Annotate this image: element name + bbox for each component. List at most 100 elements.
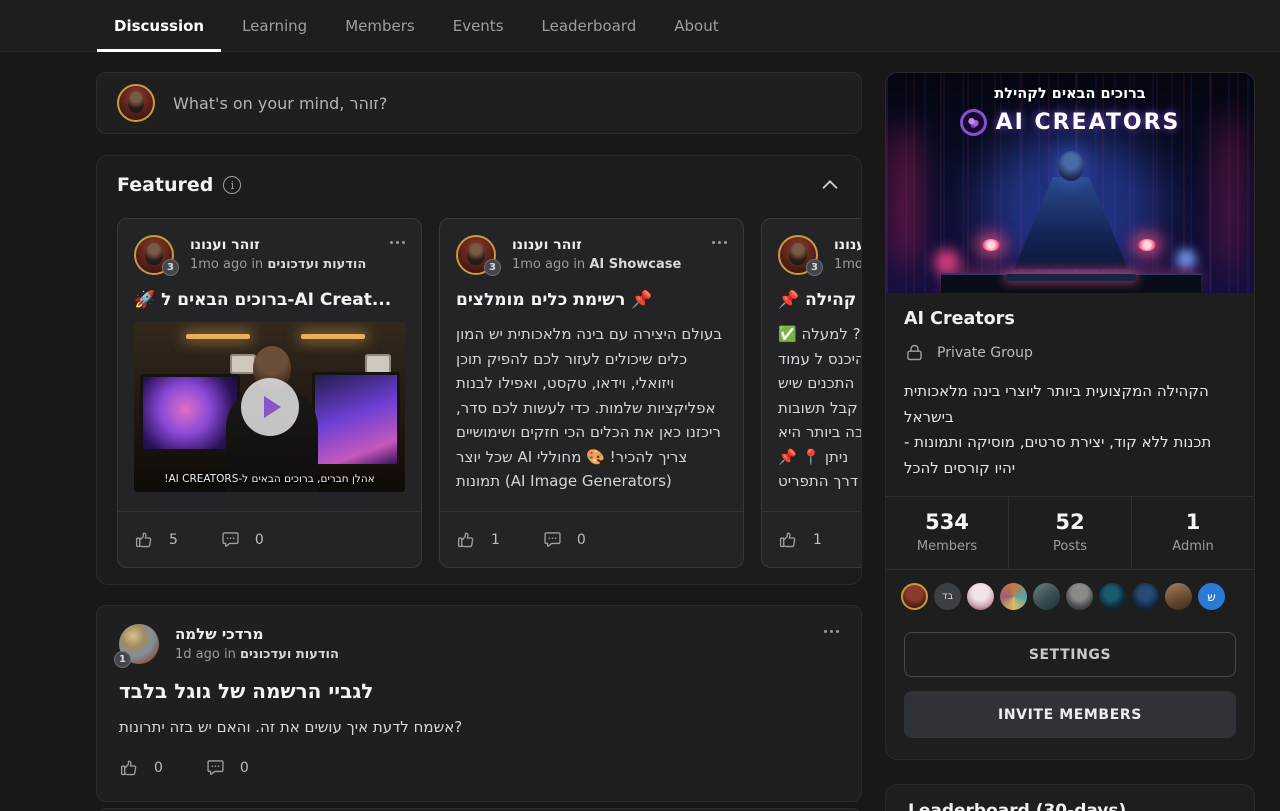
member-avatar[interactable]	[901, 583, 928, 610]
post-category[interactable]: AI Showcase	[589, 257, 681, 272]
privacy-row: Private Group	[904, 342, 1236, 363]
like-icon[interactable]	[778, 529, 799, 550]
comment-count: 0	[240, 760, 249, 776]
feed-column: What's on your mind, זוהר? Featured i 3	[96, 72, 862, 811]
body-line: בה ביותר היא	[778, 420, 862, 445]
author-avatar[interactable]: 3	[134, 235, 174, 275]
author-avatar[interactable]: 3	[456, 235, 496, 275]
play-button[interactable]	[241, 378, 299, 436]
body-line: היכנס ל עמוד	[778, 347, 862, 372]
post-time: 1mo ago in	[190, 257, 263, 272]
member-avatar[interactable]	[1165, 583, 1192, 610]
author-name[interactable]: זוהר וענונו	[190, 235, 366, 255]
chevron-up-icon[interactable]	[819, 174, 841, 196]
like-icon[interactable]	[456, 529, 477, 550]
tab-members[interactable]: Members	[328, 0, 432, 51]
stat-admins[interactable]: 1 Admin	[1131, 497, 1254, 569]
member-avatar[interactable]	[1033, 583, 1060, 610]
body-line: דרך התפריט	[778, 469, 862, 494]
post-meta: 1mo ago in הודעות ועדכונים	[834, 255, 862, 274]
like-icon[interactable]	[134, 529, 155, 550]
more-menu-icon[interactable]	[390, 235, 405, 244]
tab-leaderboard[interactable]: Leaderboard	[525, 0, 654, 51]
post-time: 1mo ago in	[834, 257, 862, 272]
monitor-left	[140, 374, 240, 452]
monitor-right	[312, 372, 400, 467]
author-avatar[interactable]: 1	[119, 624, 159, 664]
tab-about[interactable]: About	[657, 0, 735, 51]
like-count: 5	[169, 532, 178, 548]
post-time: 1d ago in	[175, 647, 236, 662]
comment-icon[interactable]	[205, 757, 226, 778]
post-composer[interactable]: What's on your mind, זוהר?	[96, 72, 862, 134]
top-nav: Discussion Learning Members Events Leade…	[0, 0, 1280, 52]
settings-button[interactable]: SETTINGS	[904, 632, 1236, 677]
card-header: 3 זוהר וענונו 1mo ago in הודעות ועדכונים	[134, 235, 405, 275]
group-description: הקהילה המקצועית ביותר ליוצרי בינה מלאכות…	[904, 379, 1236, 481]
post-meta: 1d ago in הודעות ועדכונים	[175, 645, 339, 664]
member-avatar[interactable]	[1099, 583, 1126, 610]
stat-label: Members	[886, 539, 1008, 554]
glowing-hand	[982, 239, 1000, 251]
comment-count: 0	[255, 532, 264, 548]
member-avatar[interactable]	[1132, 583, 1159, 610]
like-icon[interactable]	[119, 757, 140, 778]
featured-card-welcome[interactable]: 3 זוהר וענונו 1mo ago in הודעות ועדכונים…	[117, 218, 422, 568]
featured-card-tools[interactable]: 3 זוהר וענונו 1mo ago in AI Showcase רשי…	[439, 218, 744, 568]
post-meta: 1mo ago in הודעות ועדכונים	[190, 255, 366, 274]
group-banner-image[interactable]: ברוכים הבאים לקהילת AI CREATORS	[886, 73, 1254, 293]
like-count: 0	[154, 760, 163, 776]
comment-icon[interactable]	[220, 529, 241, 550]
author-block: זוהר וענונו 1mo ago in הודעות ועדכונים	[190, 235, 366, 274]
description-line: הקהילה המקצועית ביותר ליוצרי בינה מלאכות…	[904, 379, 1236, 430]
author-block: זוהר וענונו 1mo ago in AI Showcase	[512, 235, 681, 274]
like-count: 1	[491, 532, 500, 548]
featured-section: Featured i 3 זוהר וענונו 1mo ago in ה	[96, 155, 862, 585]
banner-glow	[892, 123, 918, 273]
featured-card-community[interactable]: 3 זוהר וענונו 1mo ago in הודעות ועדכונים…	[761, 218, 862, 568]
comment-icon[interactable]	[542, 529, 563, 550]
invite-members-button[interactable]: INVITE MEMBERS	[904, 691, 1236, 738]
tab-discussion[interactable]: Discussion	[97, 0, 221, 51]
author-name[interactable]: זוהר וענונו	[834, 235, 862, 255]
discussion-post[interactable]: 1 מרדכי שלמה 1d ago in הודעות ועדכונים ל…	[96, 605, 862, 802]
tab-events[interactable]: Events	[436, 0, 521, 51]
group-stats: 534 Members 52 Posts 1 Admin	[886, 496, 1254, 569]
leaderboard-title: Leaderboard (30-days)	[908, 801, 1232, 811]
banner-glow	[934, 249, 960, 275]
stat-posts[interactable]: 52 Posts	[1008, 497, 1131, 569]
tab-learning[interactable]: Learning	[225, 0, 324, 51]
group-info: AI Creators Private Group הקהילה המקצועי…	[886, 293, 1254, 481]
post-title[interactable]: לגביי הרשמה של גוגל בלבד	[119, 679, 839, 703]
comment-count: 0	[577, 532, 586, 548]
author-name[interactable]: זוהר וענונו	[512, 235, 681, 255]
author-avatar[interactable]: 3	[778, 235, 818, 275]
more-menu-icon[interactable]	[712, 235, 727, 244]
video-thumbnail[interactable]: אהלן חברים, ברוכים הבאים ל-AI CREATORS!	[134, 322, 405, 492]
post-category[interactable]: הודעות ועדכונים	[267, 257, 366, 272]
member-avatar[interactable]	[1000, 583, 1027, 610]
post-category[interactable]: הודעות ועדכונים	[240, 647, 339, 662]
more-menu-icon[interactable]	[824, 624, 839, 633]
member-avatar[interactable]: ש	[1198, 583, 1225, 610]
banner-brand-text: AI CREATORS	[996, 110, 1181, 135]
stat-label: Posts	[1009, 539, 1131, 554]
member-avatar[interactable]: בד	[934, 583, 961, 610]
body-line: 📌 📍 ניתן	[778, 445, 862, 470]
post-title[interactable]: 📌 קהילה	[778, 290, 862, 310]
post-title[interactable]: 🚀 ברוכים הבאים ל-AI Creat...	[134, 290, 405, 310]
author-name[interactable]: מרדכי שלמה	[175, 624, 339, 645]
info-icon[interactable]: i	[223, 176, 241, 194]
level-badge: 3	[484, 259, 501, 276]
member-avatar[interactable]	[967, 583, 994, 610]
member-avatar[interactable]	[1066, 583, 1093, 610]
stat-members[interactable]: 534 Members	[886, 497, 1008, 569]
stat-label: Admin	[1132, 539, 1254, 554]
card-header: 3 זוהר וענונו 1mo ago in AI Showcase	[456, 235, 727, 275]
video-caption: אהלן חברים, ברוכים הבאים ל-AI CREATORS!	[134, 473, 405, 485]
banner-figure-head	[1058, 151, 1084, 181]
post-title[interactable]: רשימת כלים מומלצים 📌	[456, 290, 727, 310]
level-badge: 1	[114, 651, 131, 668]
post-body: בעולם היצירה עם בינה מלאכותית יש המון כל…	[456, 322, 727, 494]
speaker	[365, 354, 391, 374]
